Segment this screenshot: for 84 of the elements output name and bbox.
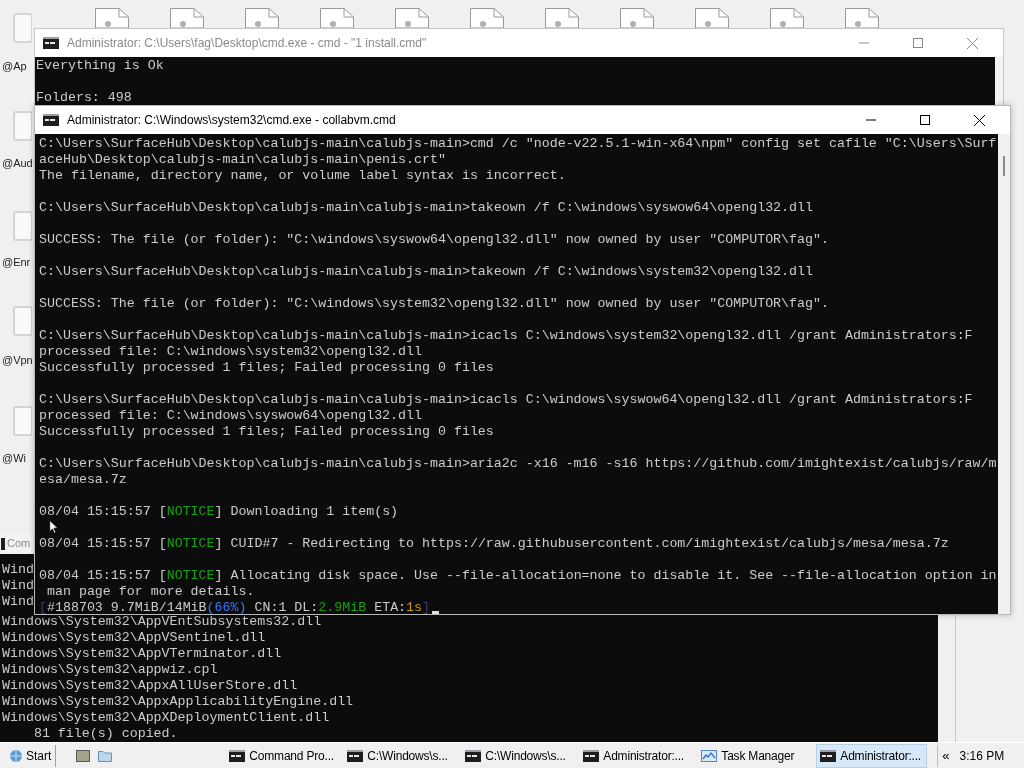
console-line: Successfully processed 1 files; Failed processing 0 files bbox=[39, 360, 494, 375]
start-button[interactable]: Start bbox=[2, 744, 57, 767]
console-icon bbox=[43, 37, 59, 49]
console-line: The filename, directory name, or volume label syntax is incorrect. bbox=[39, 168, 566, 183]
console-line: Windows\System32\appwiz.cpl bbox=[2, 662, 218, 677]
console-line: processed file: C:\windows\syswow64\opengl32.dll bbox=[39, 408, 422, 423]
taskbar-button[interactable]: Command Pro... bbox=[226, 743, 338, 768]
console-line: aceHub\Desktop\calubjs-main\calubjs-main\penis.crt" bbox=[39, 152, 446, 167]
console-icon bbox=[465, 749, 482, 762]
console-icon bbox=[583, 749, 600, 762]
console-line: processed file: C:\windows\system32\opengl32.dll bbox=[39, 344, 422, 359]
icon-label: @Enr bbox=[2, 255, 31, 270]
console-line: C:\Users\SurfaceHub\Desktop\calubjs-main\calubjs-main>takeown /f C:\windows\system32\opengl32.dll bbox=[39, 264, 813, 279]
console-line: man page for more details. bbox=[45, 584, 255, 599]
app-icon[interactable] bbox=[12, 405, 32, 437]
console-line: Successfully processed 1 files; Failed processing 0 files bbox=[39, 424, 494, 439]
app-icon[interactable] bbox=[12, 210, 32, 242]
console-icon bbox=[1, 537, 5, 550]
app-icon[interactable] bbox=[12, 110, 32, 142]
console-line: C:\Users\SurfaceHub\Desktop\calubjs-main\calubjs-main>takeown /f C:\windows\syswow64\opengl32.dll bbox=[39, 200, 813, 215]
taskbar-button[interactable]: Administrator:... bbox=[816, 743, 928, 768]
file-icon[interactable] bbox=[695, 8, 729, 28]
icon-label: @Wi bbox=[2, 451, 26, 466]
file-icon[interactable] bbox=[545, 8, 579, 28]
console-line: Windows\System32\AppVTerminator.dll bbox=[2, 646, 282, 661]
maximize-icon bbox=[913, 38, 923, 48]
icon-label: @Aud bbox=[2, 156, 33, 171]
console-line: 81 file(s) copied. bbox=[32, 726, 178, 741]
console-line: Everything is Ok bbox=[36, 58, 164, 73]
app-icon[interactable] bbox=[12, 12, 32, 44]
maximize-icon bbox=[920, 115, 930, 125]
file-icon[interactable] bbox=[320, 8, 354, 28]
console-icon bbox=[347, 749, 364, 762]
file-icon[interactable] bbox=[470, 8, 504, 28]
console-line: esa/mesa.7z bbox=[39, 472, 127, 487]
file-icon[interactable] bbox=[170, 8, 204, 28]
clock: 3:16 PM bbox=[959, 747, 1005, 765]
desktop-icon bbox=[76, 749, 91, 762]
file-icon[interactable] bbox=[620, 8, 654, 28]
console-line: 08/04 15:15:57 [NOTICE] Allocating disk space. Use --file-allocation=none to disable it. See --file-allocation option in bbox=[39, 568, 997, 584]
taskbar-button[interactable]: Administrator:... bbox=[580, 743, 692, 768]
taskbar-button[interactable]: Task Manager bbox=[698, 743, 810, 768]
app-icon[interactable] bbox=[12, 305, 32, 337]
window-title: Com bbox=[7, 536, 31, 552]
console-line: C:\Users\SurfaceHub\Desktop\calubjs-main\calubjs-main>cmd /c "node-v22.5.1-win-x64\npm" config set cafile "C:\Users\Surf bbox=[39, 136, 997, 151]
console-line: Windows\System32\AppVEntSubsystems32.dll bbox=[2, 614, 322, 629]
console-line: Windows\System32\AppxAllUserStore.dll bbox=[2, 678, 298, 693]
file-icon[interactable] bbox=[395, 8, 429, 28]
file-icon[interactable] bbox=[95, 8, 129, 28]
window-title: Administrator: C:\Windows\system32\cmd.exe - collabvm.cmd bbox=[67, 112, 397, 129]
console-line: Folders: 498 bbox=[36, 90, 132, 105]
scrollbar[interactable] bbox=[998, 134, 1010, 614]
close-icon bbox=[966, 37, 978, 49]
folder-icon bbox=[98, 749, 113, 762]
console-line: Wind bbox=[2, 594, 34, 609]
console-icon bbox=[229, 749, 246, 762]
console-line: C:\Users\SurfaceHub\Desktop\calubjs-main\calubjs-main>aria2c -x16 -m16 -s16 https://github.com/imightexist/calubjs/raw/m bbox=[39, 456, 997, 471]
mouse-pointer-icon bbox=[49, 520, 59, 534]
console-line: SUCCESS: The file (or folder): "C:\windows\syswow64\opengl32.dll" now owned by user "COMPUTOR\fag". bbox=[39, 232, 829, 247]
console-line: 08/04 15:15:57 [NOTICE] Downloading 1 item(s) bbox=[39, 504, 399, 520]
taskbar-button[interactable]: C:\Windows\s... bbox=[344, 743, 456, 768]
console-line: Wind bbox=[2, 578, 34, 593]
console-line: C:\Users\SurfaceHub\Desktop\calubjs-main\calubjs-main>icacls C:\windows\syswow64\opengl32.dll /grant Administrators:F bbox=[39, 392, 973, 407]
window-title: Administrator: C:\Users\fag\Desktop\cmd.exe - cmd - "1 install.cmd" bbox=[67, 35, 428, 52]
file-icon[interactable] bbox=[245, 8, 279, 28]
file-icon[interactable] bbox=[845, 8, 879, 28]
console-line: [#188703 9.7MiB/14MiB(66%) CN:1 DL:2.9MiB ETA:1s] bbox=[39, 600, 431, 614]
icon-label: @Ap bbox=[2, 59, 27, 74]
file-icon[interactable] bbox=[770, 8, 804, 28]
console-line: Windows\System32\AppxApplicabilityEngine.dll bbox=[2, 694, 354, 709]
globe-icon bbox=[8, 748, 24, 763]
tray-toggle[interactable]: « bbox=[937, 744, 954, 767]
console-line: C:\Users\SurfaceHub\Desktop\calubjs-main\calubjs-main>icacls C:\windows\system32\opengl32.dll /grant Administrators:F bbox=[39, 328, 973, 343]
console-line: Wind bbox=[2, 562, 34, 577]
console-line: SUCCESS: The file (or folder): "C:\windows\system32\opengl32.dll" now owned by user "COMPUTOR\fag". bbox=[39, 296, 829, 311]
console-icon bbox=[43, 114, 59, 126]
taskbar-button[interactable]: C:\Windows\s... bbox=[462, 743, 574, 768]
console-line: 08/04 15:15:57 [NOTICE] CUID#7 - Redirecting to https://raw.githubusercontent.com/imightexist/calubjs/mesa/mesa.7z bbox=[39, 536, 949, 552]
console-line: Windows\System32\AppXDeploymentClient.dll bbox=[2, 710, 330, 725]
close-icon bbox=[973, 114, 985, 126]
icon-label: @Vpn bbox=[2, 353, 33, 368]
console-icon bbox=[820, 749, 837, 762]
console-line: Windows\System32\AppVSentinel.dll bbox=[2, 630, 266, 645]
monitor-icon bbox=[701, 749, 718, 762]
